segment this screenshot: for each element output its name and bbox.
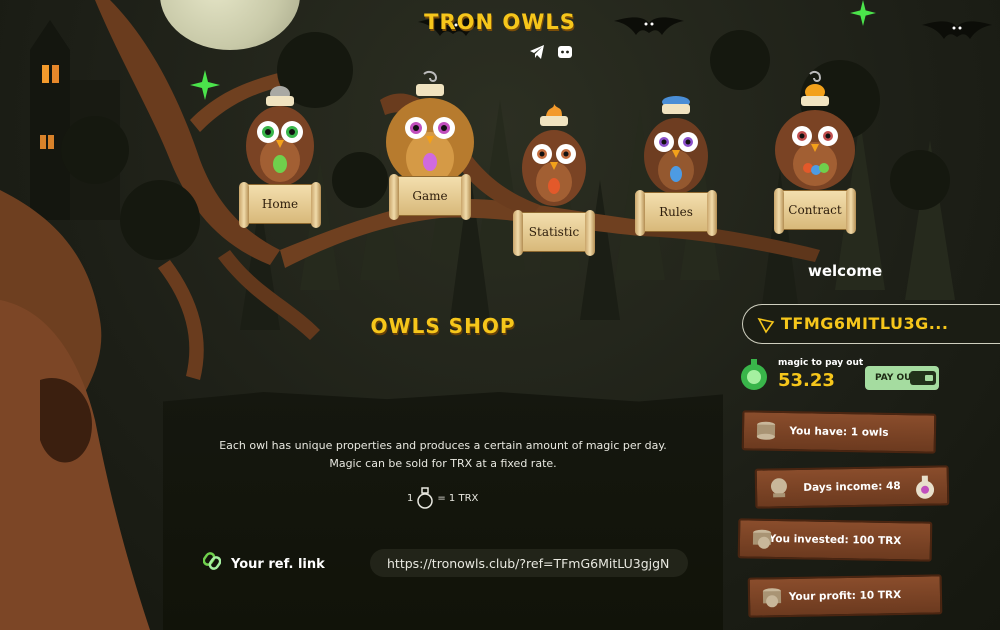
shop-description: Each owl has unique properties and produ… xyxy=(203,437,683,473)
telegram-icon[interactable] xyxy=(529,44,545,60)
stat-profit-text: Your profit: 10 TRX xyxy=(788,589,902,603)
nav-home-label: Home xyxy=(261,197,299,211)
stat-income-board: Days income: 48 xyxy=(754,465,950,509)
potion-icon xyxy=(916,475,935,499)
stat-owls-text: You have: 1 owls xyxy=(789,425,889,439)
rate-right: = 1 TRX xyxy=(437,492,479,504)
nav-statistic-label: Statistic xyxy=(528,225,580,239)
nav-owl-game[interactable]: Game xyxy=(380,70,480,220)
nav-owl-rules[interactable]: Rules xyxy=(634,92,718,236)
owl-icon xyxy=(522,104,586,206)
welcome-text: welcome xyxy=(808,262,883,280)
crystal-ball-icon xyxy=(770,478,787,498)
page-title: OWLS SHOP xyxy=(370,314,516,338)
coin-stack-icon xyxy=(752,529,772,549)
rate-left: 1 xyxy=(407,492,414,504)
tron-icon xyxy=(757,317,775,334)
nav-game-label: Game xyxy=(412,189,448,203)
shop-panel xyxy=(163,392,723,630)
nav-owl-contract[interactable]: Contract xyxy=(770,70,860,234)
stat-profit-board: Your profit: 10 TRX xyxy=(747,574,943,618)
payout-button[interactable]: PAY OUT xyxy=(865,366,939,390)
shop-description-line2: Magic can be sold for TRX at a fixed rat… xyxy=(329,457,557,470)
magic-label: magic to pay out xyxy=(778,358,864,368)
green-sparkle-icon xyxy=(850,0,876,26)
nav-rules-label: Rules xyxy=(659,205,693,219)
nav-contract-button[interactable]: Contract xyxy=(774,188,856,234)
owl-icon xyxy=(386,70,474,186)
ref-link-label: Your ref. link xyxy=(231,557,325,572)
owl-icon xyxy=(644,96,708,194)
wallet-address[interactable]: TFMG6MITLU3G... xyxy=(781,314,948,333)
nav-owl-statistic[interactable]: Statistic xyxy=(512,104,596,256)
nav-home-button[interactable]: Home xyxy=(239,182,321,228)
exchange-rate: 1 = 1 TRX xyxy=(407,486,478,510)
coin-stack-icon xyxy=(762,588,782,608)
magic-potion-icon xyxy=(741,359,767,390)
stat-owls-board: You have: 1 owls xyxy=(741,410,937,454)
discord-icon[interactable] xyxy=(557,44,573,60)
bat-icon xyxy=(922,21,992,39)
coin-stack-icon xyxy=(756,421,776,440)
green-sparkle-icon xyxy=(190,70,220,100)
magic-value: 53.23 xyxy=(778,370,835,391)
shop-description-line1: Each owl has unique properties and produ… xyxy=(219,439,667,452)
potion-icon xyxy=(417,487,434,509)
nav-rules-button[interactable]: Rules xyxy=(635,190,717,236)
ref-link-field[interactable]: https://tronowls.club/?ref=TFmG6MitLU3gj… xyxy=(370,549,688,577)
nav-statistic-button[interactable]: Statistic xyxy=(513,210,595,256)
stat-invested-board: You invested: 100 TRX xyxy=(737,518,933,562)
stat-income-text: Days income: 48 xyxy=(803,480,901,494)
nav-contract-label: Contract xyxy=(788,203,842,217)
owl-icon xyxy=(775,70,855,190)
stat-invested-text: You invested: 100 TRX xyxy=(768,532,902,548)
nav-game-button[interactable]: Game xyxy=(389,174,471,220)
nav-owl-home[interactable]: Home xyxy=(238,84,322,234)
owl-icon xyxy=(246,86,314,186)
ref-link-url: https://tronowls.club/?ref=TFmG6MitLU3gj… xyxy=(387,555,670,571)
bat-icon xyxy=(614,17,684,35)
logo[interactable]: TRON OWLS xyxy=(424,10,576,34)
wallet-icon xyxy=(910,371,936,385)
link-icon xyxy=(203,552,221,570)
